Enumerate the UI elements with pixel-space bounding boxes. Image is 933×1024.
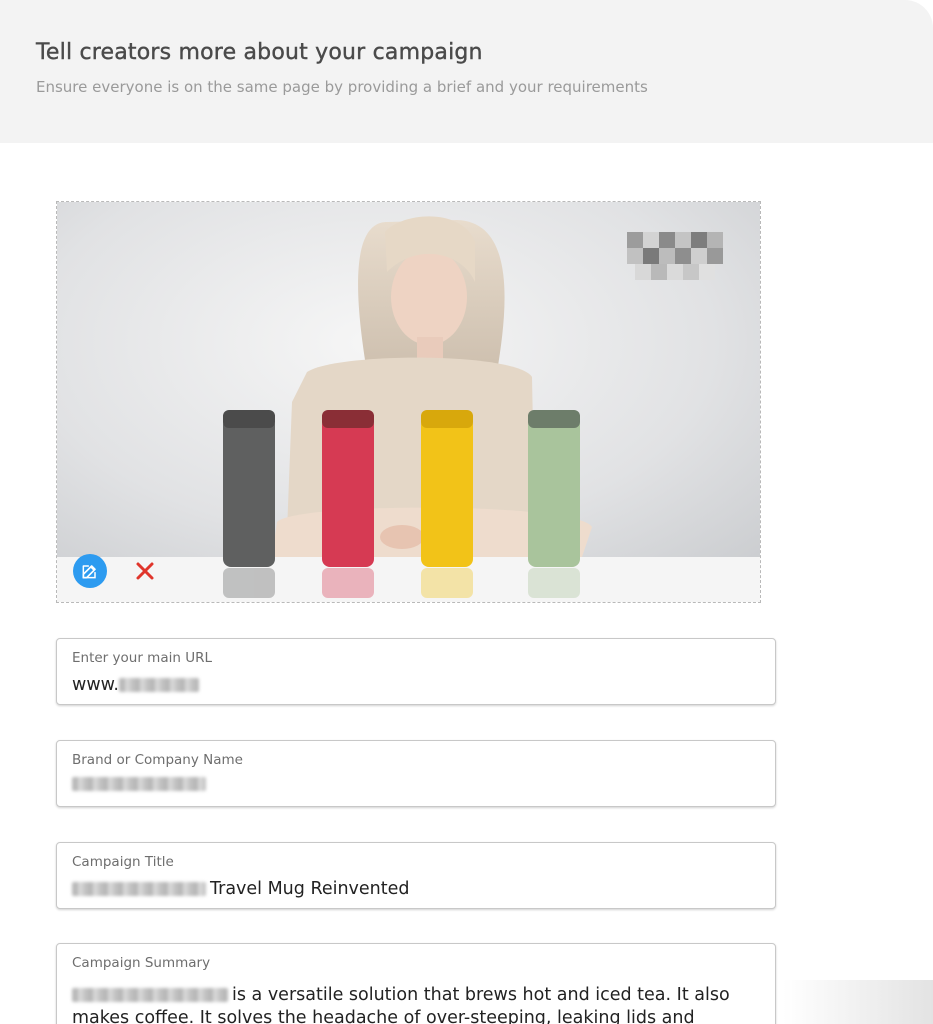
campaign-summary-label: Campaign Summary <box>72 955 211 971</box>
campaign-title-redacted <box>72 882 206 896</box>
campaign-photo <box>57 202 760 602</box>
close-icon <box>136 562 154 580</box>
brand-name-label: Brand or Company Name <box>72 752 243 768</box>
remove-image-button[interactable] <box>131 557 159 585</box>
campaign-title-value[interactable]: Travel Mug Reinvented <box>72 879 410 899</box>
page-subtitle: Ensure everyone is on the same page by p… <box>36 78 648 96</box>
url-field-label: Enter your main URL <box>72 650 212 666</box>
brand-name-field[interactable]: Brand or Company Name <box>56 740 776 807</box>
campaign-summary-field[interactable]: Campaign Summary is a versatile solution… <box>56 943 776 1024</box>
brand-name-value[interactable] <box>72 777 206 791</box>
campaign-title-label: Campaign Title <box>72 854 174 870</box>
campaign-title-field[interactable]: Campaign Title Travel Mug Reinvented <box>56 842 776 909</box>
product-photo-illustration <box>57 202 760 602</box>
brand-name-redacted <box>72 777 206 791</box>
campaign-summary-line2: makes coffee. It solves the headache of … <box>72 1008 695 1024</box>
url-field[interactable]: Enter your main URL www. <box>56 638 776 705</box>
page-title: Tell creators more about your campaign <box>36 40 483 65</box>
campaign-summary-line1: is a versatile solution that brews hot a… <box>232 985 730 1005</box>
edit-image-button[interactable] <box>73 554 107 588</box>
url-field-value[interactable]: www. <box>72 675 199 695</box>
url-prefix: www. <box>72 675 119 695</box>
campaign-title-text: Travel Mug Reinvented <box>210 879 410 899</box>
page-header: Tell creators more about your campaign E… <box>0 0 933 143</box>
url-redacted <box>118 678 199 692</box>
campaign-summary-value[interactable]: is a versatile solution that brews hot a… <box>72 984 752 1024</box>
campaign-image-dropzone[interactable] <box>56 201 761 603</box>
edit-icon <box>82 565 96 579</box>
scroll-shadow <box>783 980 933 1024</box>
campaign-summary-redacted <box>72 988 228 1002</box>
